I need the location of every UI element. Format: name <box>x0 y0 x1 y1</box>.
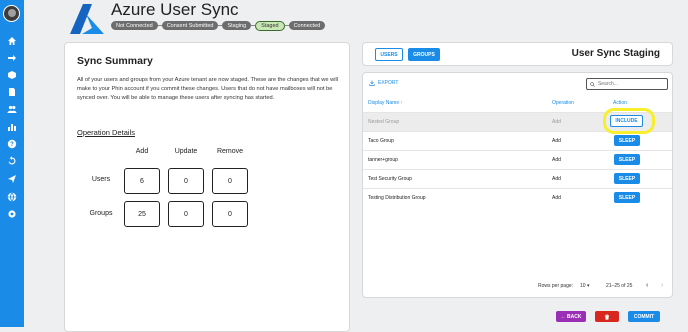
step-staged: Staged <box>255 20 285 31</box>
step-staging: Staging <box>222 21 252 30</box>
page-title: Azure User Sync <box>111 0 239 19</box>
staging-title: User Sync Staging <box>571 48 660 59</box>
export-button[interactable]: EXPORT <box>369 80 398 86</box>
operation-details-heading: Operation Details <box>77 128 135 137</box>
row-users-label: Users <box>91 176 111 183</box>
group-operation: Add <box>552 138 561 144</box>
sync-icon[interactable] <box>7 156 17 166</box>
sidebar: ? <box>0 0 24 327</box>
sleep-button[interactable]: SLEEP <box>614 154 640 165</box>
export-label: EXPORT <box>378 80 399 86</box>
box-icon[interactable] <box>7 70 17 80</box>
highlight-annotation <box>603 108 655 134</box>
group-name: Taco Group <box>368 138 394 144</box>
export-icon <box>369 80 375 86</box>
column-add: Add <box>135 148 149 155</box>
users-remove-count: 0 <box>212 168 248 194</box>
group-operation: Add <box>552 119 561 125</box>
column-remove: Remove <box>216 148 244 155</box>
azure-logo <box>70 4 104 34</box>
group-name: tanner+group <box>368 157 398 163</box>
rows-per-page-select[interactable]: 10 ▾ <box>580 283 589 289</box>
search-box[interactable] <box>586 78 668 90</box>
pagination-range: 21–25 of 25 <box>606 283 633 289</box>
sync-summary-title: Sync Summary <box>77 55 153 67</box>
column-display-name[interactable]: Display Name ↑ <box>368 100 403 106</box>
globe-icon[interactable] <box>7 192 17 202</box>
tab-groups[interactable]: GROUPS <box>408 48 440 61</box>
table-row: tanner+group Add SLEEP <box>363 150 672 169</box>
sleep-button[interactable]: SLEEP <box>614 135 640 146</box>
settings-icon[interactable] <box>7 209 17 219</box>
sleep-button[interactable]: SLEEP <box>614 173 640 184</box>
rows-per-page-value: 10 <box>580 283 586 289</box>
trash-icon <box>604 313 610 320</box>
sync-summary-description: All of your users and groups from your A… <box>77 77 339 101</box>
step-connector <box>284 25 289 26</box>
document-icon[interactable] <box>7 87 17 97</box>
search-icon <box>590 81 595 87</box>
groups-update-count: 0 <box>168 201 204 227</box>
chevron-down-icon: ▾ <box>586 283 590 289</box>
column-update: Update <box>174 148 198 155</box>
users-icon[interactable] <box>7 104 17 114</box>
table-row: Test Security Group Add SLEEP <box>363 169 672 188</box>
users-update-count: 0 <box>168 168 204 194</box>
groups-add-count: 25 <box>124 201 160 227</box>
sort-ascending-icon: ↑ <box>400 100 404 106</box>
sync-summary-panel: Sync Summary All of your users and group… <box>64 42 350 332</box>
group-name: Testing Distribution Group <box>368 195 426 201</box>
group-name: Nested Group <box>368 119 400 125</box>
back-button[interactable]: ← BACK <box>556 311 586 322</box>
group-operation: Add <box>552 195 561 201</box>
step-consent-submitted: Consent Submitted <box>161 21 219 30</box>
groups-table-panel: EXPORT Display Name ↑ Operation Action N… <box>362 72 673 298</box>
users-add-count: 6 <box>124 168 160 194</box>
rows-per-page-label: Rows per page: <box>538 283 574 289</box>
home-icon[interactable] <box>7 36 17 46</box>
group-name: Test Security Group <box>368 176 412 182</box>
avatar[interactable] <box>3 5 20 22</box>
help-icon[interactable]: ? <box>7 139 17 149</box>
delete-button[interactable] <box>595 311 619 322</box>
svg-text:?: ? <box>10 142 14 148</box>
column-display-name-label: Display Name <box>368 100 400 106</box>
group-operation: Add <box>552 176 561 182</box>
commit-button[interactable]: COMMIT <box>628 311 660 322</box>
staging-header: USERS GROUPS User Sync Staging <box>362 42 673 66</box>
group-operation: Add <box>552 157 561 163</box>
sleep-button[interactable]: SLEEP <box>614 192 640 203</box>
groups-remove-count: 0 <box>212 201 248 227</box>
search-input[interactable] <box>597 81 667 87</box>
send-icon[interactable] <box>7 174 17 184</box>
bar-chart-icon[interactable] <box>7 122 17 132</box>
tab-users[interactable]: USERS <box>375 48 403 61</box>
previous-page-icon[interactable]: ‹ <box>646 282 648 289</box>
step-connected: Connected <box>288 21 326 30</box>
step-not-connected: Not Connected <box>111 21 158 30</box>
progress-stepper: Not Connected Consent Submitted Staging … <box>111 20 326 31</box>
transfer-icon[interactable] <box>7 53 17 63</box>
table-row: Testing Distribution Group Add SLEEP <box>363 188 672 207</box>
back-button-label: BACK <box>566 313 582 320</box>
column-action: Action <box>613 100 627 106</box>
next-page-icon[interactable]: › <box>661 282 663 289</box>
row-groups-label: Groups <box>89 210 113 217</box>
column-operation: Operation <box>552 100 574 106</box>
